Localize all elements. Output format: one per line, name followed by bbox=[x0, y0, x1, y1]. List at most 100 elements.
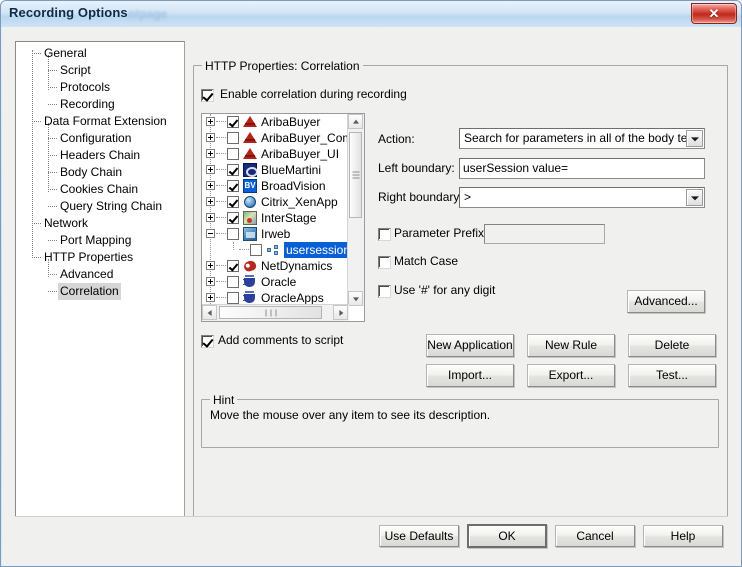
nav-tree-guide-line bbox=[48, 225, 49, 226]
interstage-icon bbox=[243, 211, 257, 225]
match-case-checkbox[interactable] bbox=[378, 256, 391, 269]
advanced-button[interactable]: Advanced... bbox=[627, 290, 705, 313]
nav-item-recording[interactable]: Recording bbox=[16, 96, 184, 113]
application-list-item[interactable]: NetDynamics bbox=[202, 258, 349, 274]
any-digit-checkbox[interactable] bbox=[378, 285, 391, 298]
application-enabled-checkbox[interactable] bbox=[227, 148, 239, 160]
ok-button[interactable]: OK bbox=[467, 524, 547, 548]
action-dropdown[interactable]: Search for parameters in all of the body… bbox=[459, 128, 705, 149]
expand-node-icon[interactable] bbox=[206, 133, 215, 142]
expand-node-icon[interactable] bbox=[206, 293, 215, 302]
use-defaults-button[interactable]: Use Defaults bbox=[379, 525, 459, 547]
add-comments-checkbox[interactable] bbox=[201, 335, 214, 348]
application-enabled-checkbox[interactable] bbox=[227, 292, 239, 304]
nav-item-network[interactable]: Network bbox=[16, 215, 184, 232]
scroll-up-button[interactable] bbox=[348, 114, 363, 129]
expand-node-icon[interactable] bbox=[206, 277, 215, 286]
nav-item-configuration[interactable]: Configuration bbox=[16, 130, 184, 147]
application-enabled-checkbox[interactable] bbox=[227, 196, 239, 208]
delete-button[interactable]: Delete bbox=[628, 334, 716, 357]
cancel-button[interactable]: Cancel bbox=[555, 525, 635, 547]
title-bar[interactable]: Recording Options ntpage ✕ bbox=[1, 1, 741, 27]
application-enabled-checkbox[interactable] bbox=[227, 164, 239, 176]
application-enabled-checkbox[interactable] bbox=[250, 244, 262, 256]
enable-correlation-checkbox[interactable] bbox=[201, 89, 214, 102]
collapse-node-icon[interactable] bbox=[206, 229, 215, 238]
nav-item-data-format-extension[interactable]: Data Format Extension bbox=[16, 113, 184, 130]
nav-item-query-string-chain[interactable]: Query String Chain bbox=[16, 198, 184, 215]
scrollbar-grip-icon bbox=[263, 309, 278, 316]
application-rules-panel[interactable]: AribaBuyer AribaBuyer_Comm AribaBuyer_UI Bl… bbox=[201, 113, 365, 322]
left-boundary-label: Left boundary: bbox=[378, 161, 455, 175]
export-button[interactable]: Export... bbox=[527, 364, 615, 387]
nav-item-general[interactable]: General bbox=[16, 45, 184, 62]
scrollbar-grip-icon bbox=[352, 170, 359, 181]
import-button[interactable]: Import... bbox=[426, 364, 514, 387]
expand-node-icon[interactable] bbox=[206, 149, 215, 158]
application-list-item[interactable]: Citrix_XenApp bbox=[202, 194, 349, 210]
chevron-left-icon bbox=[207, 309, 212, 316]
application-enabled-checkbox[interactable] bbox=[227, 276, 239, 288]
chevron-down-icon[interactable] bbox=[686, 189, 703, 206]
help-button[interactable]: Help bbox=[643, 525, 723, 547]
nav-item-cookies-chain[interactable]: Cookies Chain bbox=[16, 181, 184, 198]
application-enabled-checkbox[interactable] bbox=[227, 180, 239, 192]
scroll-down-button[interactable] bbox=[348, 291, 363, 306]
application-list-item[interactable]: AribaBuyer_Comm bbox=[202, 130, 349, 146]
nav-branch-icon bbox=[32, 257, 41, 258]
expand-node-icon[interactable] bbox=[206, 261, 215, 270]
vertical-scrollbar-thumb[interactable] bbox=[349, 132, 362, 218]
expand-node-icon[interactable] bbox=[206, 117, 215, 126]
rule-list-item[interactable]: usersessionid bbox=[202, 242, 349, 258]
nav-item-protocols[interactable]: Protocols bbox=[16, 79, 184, 96]
action-label: Action: bbox=[378, 132, 415, 146]
application-enabled-checkbox[interactable] bbox=[227, 116, 239, 128]
application-list-item[interactable]: BlueMartini bbox=[202, 162, 349, 178]
expand-node-icon[interactable] bbox=[206, 181, 215, 190]
close-icon[interactable]: ✕ bbox=[691, 3, 737, 24]
nav-item-advanced[interactable]: Advanced bbox=[16, 266, 184, 283]
nav-item-http-properties[interactable]: HTTP Properties bbox=[16, 249, 184, 266]
expand-node-icon[interactable] bbox=[206, 197, 215, 206]
expand-node-icon[interactable] bbox=[206, 213, 215, 222]
application-rules-list[interactable]: AribaBuyer AribaBuyer_Comm AribaBuyer_UI Bl… bbox=[202, 114, 349, 306]
test-button[interactable]: Test... bbox=[628, 364, 716, 387]
chevron-down-icon[interactable] bbox=[686, 130, 703, 147]
application-list-item-label: Irweb bbox=[261, 227, 291, 241]
nav-item-correlation[interactable]: Correlation bbox=[16, 283, 184, 300]
nav-item-label: Script bbox=[60, 63, 91, 77]
horizontal-scrollbar-thumb[interactable] bbox=[219, 306, 322, 319]
any-digit-label: Use '#' for any digit bbox=[394, 283, 496, 297]
application-list-item-label: AribaBuyer bbox=[261, 115, 321, 129]
nav-branch-icon bbox=[32, 121, 41, 122]
application-list-item[interactable]: Oracle bbox=[202, 274, 349, 290]
application-list-item[interactable]: InterStage bbox=[202, 210, 349, 226]
settings-nav-tree[interactable]: General Script Protocols Recording Data Form… bbox=[15, 41, 185, 517]
nav-item-script[interactable]: Script bbox=[16, 62, 184, 79]
application-enabled-checkbox[interactable] bbox=[227, 212, 239, 224]
application-enabled-checkbox[interactable] bbox=[227, 260, 239, 272]
application-enabled-checkbox[interactable] bbox=[227, 132, 239, 144]
vertical-scrollbar[interactable] bbox=[347, 114, 364, 306]
right-boundary-dropdown[interactable]: > bbox=[459, 187, 705, 208]
application-list-item[interactable]: BV BroadVision bbox=[202, 178, 349, 194]
application-list-item[interactable]: AribaBuyer_UI bbox=[202, 146, 349, 162]
app-branch-icon bbox=[216, 169, 226, 170]
scroll-left-button[interactable] bbox=[202, 305, 217, 320]
application-list-item[interactable]: AribaBuyer bbox=[202, 114, 349, 130]
horizontal-scrollbar[interactable] bbox=[202, 304, 349, 321]
application-list-item[interactable]: Irweb bbox=[202, 226, 349, 242]
left-boundary-input[interactable]: userSession value= bbox=[459, 158, 705, 179]
application-list-item-label: Citrix_XenApp bbox=[261, 195, 338, 209]
expand-node-icon[interactable] bbox=[206, 165, 215, 174]
scroll-right-button[interactable] bbox=[333, 305, 348, 320]
parameter-prefix-checkbox[interactable] bbox=[378, 228, 391, 241]
nav-item-port-mapping[interactable]: Port Mapping bbox=[16, 232, 184, 249]
new-rule-button[interactable]: New Rule bbox=[527, 334, 615, 357]
ariba-icon-base bbox=[245, 139, 255, 141]
nav-item-body-chain[interactable]: Body Chain bbox=[16, 164, 184, 181]
new-application-button[interactable]: New Application bbox=[426, 334, 514, 357]
nav-item-headers-chain[interactable]: Headers Chain bbox=[16, 147, 184, 164]
application-enabled-checkbox[interactable] bbox=[227, 228, 239, 240]
parameter-prefix-input[interactable] bbox=[484, 224, 605, 244]
